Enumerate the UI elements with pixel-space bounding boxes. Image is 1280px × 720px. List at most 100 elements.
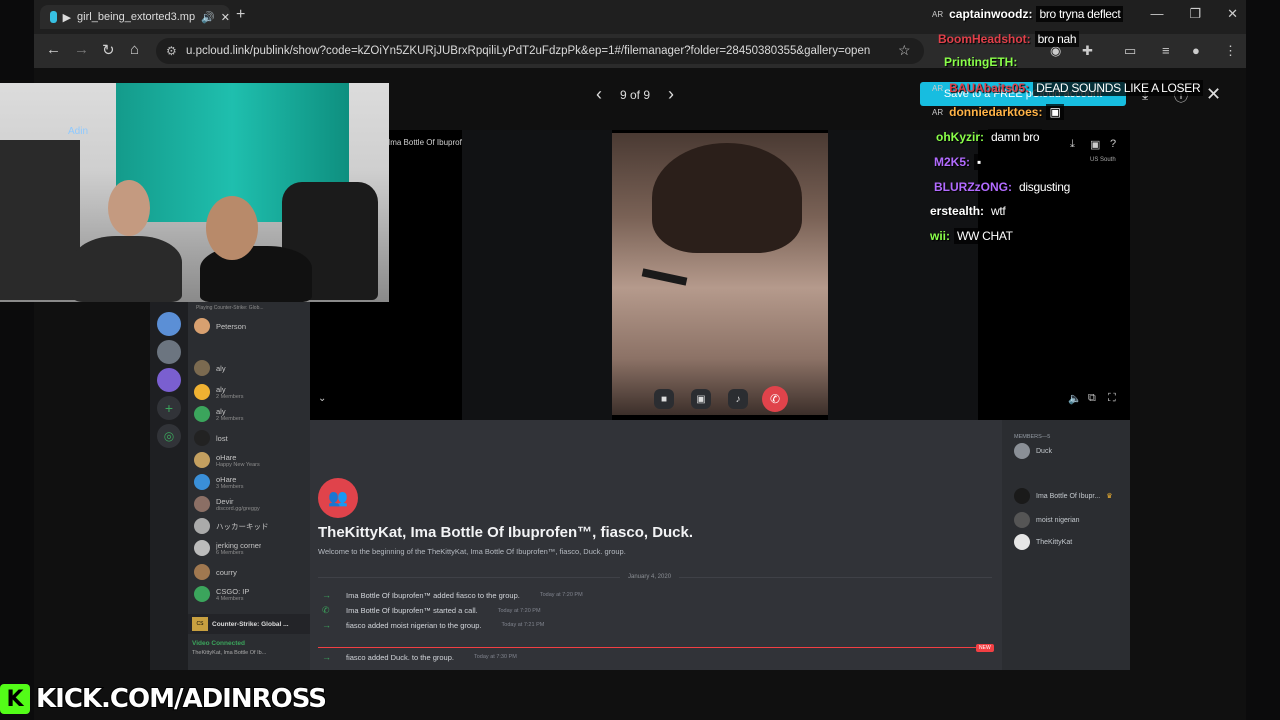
avatar	[194, 452, 210, 468]
inbox-icon[interactable]: ⤓	[1070, 138, 1075, 151]
sidebar-icon[interactable]: ▭	[1124, 43, 1136, 59]
reload-icon[interactable]: ↻	[102, 41, 115, 59]
avatar	[194, 540, 210, 556]
avatar	[194, 430, 210, 446]
system-message: → fiasco added moist nigerian to the grou…	[322, 620, 545, 630]
back-arrow-icon[interactable]: ←	[46, 41, 61, 58]
avatar	[1014, 443, 1030, 459]
server-icon[interactable]	[157, 312, 181, 336]
head-shape	[108, 180, 150, 236]
screen-icon: ▣	[696, 393, 706, 405]
next-image-button[interactable]: ›	[668, 84, 674, 105]
marker-shape	[641, 268, 688, 286]
minimize-button[interactable]: —	[1150, 6, 1163, 22]
home-icon[interactable]: ⌂	[130, 41, 139, 58]
pcloud-favicon-icon	[50, 11, 57, 23]
address-bar[interactable]: ⚙ u.pcloud.link/publink/show?code=kZOiYn…	[156, 38, 924, 64]
site-info-icon[interactable]: ⚙	[166, 44, 177, 58]
arrow-right-icon: →	[322, 620, 331, 630]
url-text: u.pcloud.link/publink/show?code=kZOiYn5Z…	[186, 45, 871, 57]
game-icon: CS	[192, 617, 208, 631]
phone-hangup-icon: ✆	[769, 392, 781, 406]
dm-item[interactable]: courry	[194, 564, 310, 580]
now-playing-bar[interactable]: CS Counter-Strike: Global ...	[188, 614, 310, 634]
media-control-icon[interactable]: ≡	[1162, 43, 1170, 58]
server-rail: + ◎	[150, 300, 188, 670]
prev-image-button[interactable]: ‹	[596, 84, 602, 105]
group-dm-icon: 👥	[318, 478, 358, 518]
video-stream-tile	[612, 133, 828, 415]
gallery-counter: ‹ 9 of 9 ›	[596, 84, 674, 105]
forward-arrow-icon[interactable]: →	[74, 41, 89, 58]
new-tab-button[interactable]: +	[236, 6, 245, 24]
avatar	[194, 564, 210, 580]
dm-item[interactable]: Devir discord.gg/greggy	[194, 496, 310, 512]
fullscreen-icon[interactable]: ⛶	[1108, 392, 1116, 405]
dm-item[interactable]: aly 2 Members	[194, 406, 310, 422]
popout-icon[interactable]: ⧉	[1088, 392, 1096, 405]
dm-list: Playing Counter-Strike: Glob... Peterson…	[188, 300, 310, 670]
dm-item[interactable]: ハッカーキッド	[194, 518, 310, 534]
dm-item[interactable]: Peterson	[194, 318, 310, 334]
group-welcome: Welcome to the beginning of the TheKitty…	[318, 547, 626, 556]
browser-tab[interactable]: ▶ girl_being_extorted3.mp 🔊 ✕	[40, 5, 230, 29]
volume-icon[interactable]: 🔈	[1068, 392, 1082, 405]
member-item[interactable]: Duck	[1014, 443, 1052, 459]
system-message: → Ima Bottle Of Ibuprofen™ added fiasco t…	[322, 590, 583, 600]
emote-icon: ▣	[1046, 104, 1064, 120]
server-icon[interactable]	[157, 368, 181, 392]
hang-up-button[interactable]: ✆	[762, 386, 788, 412]
extensions-icon[interactable]: ✚	[1082, 43, 1093, 59]
chevron-down-icon[interactable]: ⌄	[318, 393, 326, 404]
dm-item[interactable]: lost	[194, 430, 310, 446]
browser-menu-icon[interactable]: ⋮	[1224, 43, 1237, 59]
call-tile-right	[828, 130, 978, 420]
dm-item[interactable]: CSGO: IP 4 Members	[194, 586, 310, 602]
monitor-icon[interactable]: ▣	[1090, 138, 1100, 151]
close-window-button[interactable]: ✕	[1227, 6, 1238, 22]
audio-icon[interactable]: 🔊	[201, 11, 215, 24]
bookmark-star-icon[interactable]: ☆	[898, 42, 911, 59]
hair-shape	[652, 143, 802, 253]
system-message: ✆ Ima Bottle Of Ibuprofen™ started a call…	[322, 605, 541, 615]
mic-toggle-button[interactable]: ♪	[728, 389, 748, 409]
avatar	[194, 518, 210, 534]
screenshare-button[interactable]: ▣	[691, 389, 711, 409]
members-header: MEMBERS—5	[1014, 434, 1051, 440]
camera-toggle-button[interactable]: ■	[654, 389, 674, 409]
arrow-right-icon: →	[322, 652, 331, 662]
explore-icon[interactable]: ◎	[157, 424, 181, 448]
shelf-shape	[0, 140, 80, 300]
avatar	[194, 384, 210, 400]
playing-status: Playing Counter-Strike: Glob...	[196, 305, 264, 311]
phone-icon: ✆	[322, 605, 330, 615]
server-icon[interactable]	[157, 340, 181, 364]
dm-item[interactable]: aly 2 Members	[194, 384, 310, 400]
member-item[interactable]: moist nigerian	[1014, 512, 1080, 528]
close-viewer-button[interactable]: ✕	[1206, 84, 1221, 105]
member-item[interactable]: Ima Bottle Of Ibupr... ♛	[1014, 488, 1112, 504]
chat-line: PrintingETH:	[944, 55, 1018, 69]
avatar	[194, 318, 210, 334]
chat-line: M2K5: ▪	[934, 154, 984, 170]
system-message: → fiasco added Duck. to the group. Today a…	[322, 652, 517, 662]
add-server-icon[interactable]: +	[157, 396, 181, 420]
dm-item[interactable]: aly	[194, 360, 310, 376]
chat-line: BoomHeadshot: bro nah	[938, 31, 1080, 47]
camera-icon: ■	[660, 393, 668, 405]
dm-item[interactable]: oHare 3 Members	[194, 474, 310, 490]
date-separator: January 4, 2020	[620, 574, 680, 580]
profile-avatar-icon[interactable]: ●	[1192, 43, 1200, 58]
arrow-right-icon: →	[322, 590, 331, 600]
dm-item[interactable]: jerking corner 6 Members	[194, 540, 310, 556]
member-item[interactable]: TheKittyKat	[1014, 534, 1072, 550]
region-label[interactable]: US South	[1090, 157, 1116, 163]
help-icon[interactable]: ?	[1110, 138, 1116, 150]
group-title: TheKittyKat, Ima Bottle Of Ibuprofen™, f…	[318, 524, 694, 541]
person-shape	[72, 236, 182, 302]
chat-line: ohKyzir: damn bro	[936, 129, 1043, 145]
tab-close-icon[interactable]: ✕	[221, 11, 230, 24]
dm-item[interactable]: oHare Happy New Years	[194, 452, 310, 468]
window-controls: — ❐ ✕	[1150, 6, 1238, 22]
maximize-button[interactable]: ❐	[1189, 6, 1201, 22]
